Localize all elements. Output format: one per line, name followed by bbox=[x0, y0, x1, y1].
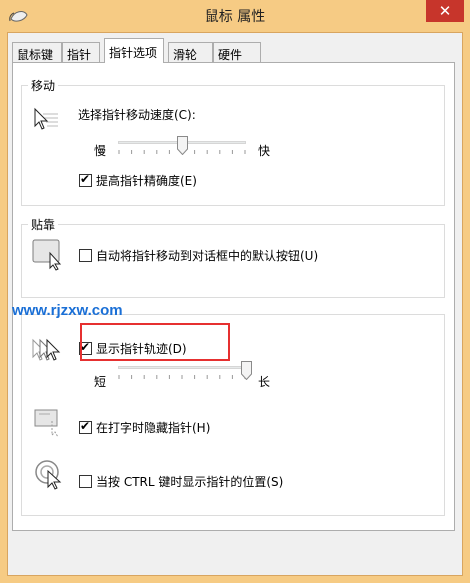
trails-slider-ticks bbox=[118, 375, 246, 379]
fast-label: 快 bbox=[258, 144, 271, 158]
snap-group: 贴靠 ✔ 自动将指针移动到对话框中的默认按钮(U) bbox=[21, 216, 445, 298]
trails-slider[interactable] bbox=[114, 361, 252, 383]
window-title: 鼠标 属性 bbox=[204, 9, 266, 25]
tab-wheel[interactable]: 滑轮 bbox=[168, 42, 213, 62]
tab-pointer-options[interactable]: 指针选项 bbox=[104, 38, 164, 63]
pointer-speed-icon bbox=[34, 107, 58, 130]
speed-slider-thumb[interactable] bbox=[176, 136, 188, 155]
tab-pointers[interactable]: 指针 bbox=[62, 42, 100, 62]
ctrl-location-checkbox[interactable]: ✔ bbox=[79, 475, 92, 488]
tab-buttons[interactable]: 鼠标键 bbox=[12, 42, 62, 62]
precision-checkbox[interactable]: ✔ bbox=[79, 172, 92, 187]
slow-label: 慢 bbox=[94, 144, 107, 158]
speed-slider[interactable] bbox=[114, 136, 250, 158]
watermark-text: www.rjzxw.com bbox=[12, 302, 123, 319]
hide-while-typing-checkbox[interactable]: ✔ bbox=[79, 419, 92, 434]
snap-to-icon bbox=[32, 239, 62, 271]
trails-slider-track bbox=[118, 366, 246, 369]
pointer-location-icon bbox=[35, 460, 62, 490]
button-bar bbox=[8, 533, 462, 575]
hide-while-typing-label: 在打字时隐藏指针(H) bbox=[96, 421, 211, 435]
pointer-options-panel: 移动 选择指针移动速度(C): 慢 快 ✔ 提高指针精确度(E) 贴靠 自动将指… bbox=[12, 62, 455, 531]
trails-slider-thumb[interactable] bbox=[240, 361, 252, 380]
precision-label: 提高指针精确度(E) bbox=[96, 174, 197, 188]
speed-label: 选择指针移动速度(C): bbox=[78, 108, 196, 122]
close-button[interactable]: ✕ bbox=[426, 0, 464, 22]
long-label: 长 bbox=[258, 375, 271, 389]
tab-hardware[interactable]: 硬件 bbox=[213, 42, 261, 62]
snap-group-title: 贴靠 bbox=[28, 216, 59, 233]
title-bar: 鼠标 属性 ✕ bbox=[0, 0, 470, 32]
hide-while-typing-icon bbox=[34, 409, 59, 437]
ctrl-location-label: 当按 CTRL 键时显示指针的位置(S) bbox=[96, 475, 284, 489]
highlight-box bbox=[80, 323, 230, 361]
motion-group-title: 移动 bbox=[28, 77, 59, 94]
snap-label: 自动将指针移动到对话框中的默认按钮(U) bbox=[96, 249, 319, 263]
pointer-trails-icon bbox=[32, 338, 61, 361]
short-label: 短 bbox=[94, 375, 107, 389]
close-icon: ✕ bbox=[438, 2, 452, 20]
motion-group: 移动 选择指针移动速度(C): 慢 快 ✔ 提高指针精确度(E) bbox=[21, 77, 445, 206]
snap-checkbox[interactable]: ✔ bbox=[79, 249, 92, 262]
